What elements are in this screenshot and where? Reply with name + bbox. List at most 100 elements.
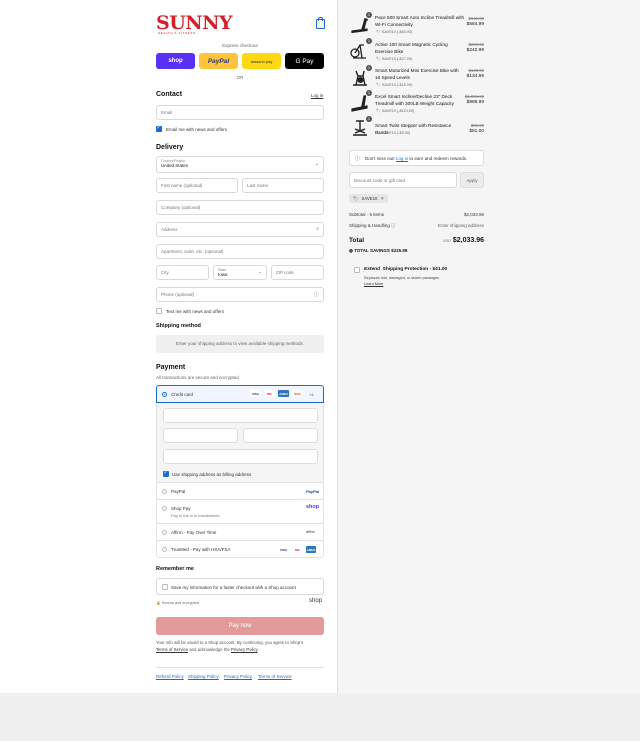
credit-card-label: Credit card [171,392,194,397]
search-icon: ⌕ [316,226,319,232]
original-price: $1,099.99 [464,94,484,99]
affirm-option[interactable]: Affirm - Pay Over Time affirm [156,524,324,541]
savings-icon: ◍ [349,248,353,253]
help-icon[interactable]: ⓘ [314,291,319,298]
pay-now-button[interactable]: Pay now [156,617,324,635]
last-name-field[interactable]: Last name [242,178,324,193]
save-info-checkbox[interactable] [162,584,168,590]
shipping-label-text: Shipping & Handling [349,223,390,228]
footer-divider [156,667,324,668]
name-on-card-field[interactable] [163,449,318,464]
currency-code: USD [442,239,451,243]
save-info-option[interactable]: Save my information for a faster checkou… [156,578,324,595]
subtotal-value: $2,033.96 [463,212,484,217]
privacy-policy-link[interactable]: Privacy Policy [224,674,252,679]
amex-icon: AMEX [306,546,316,553]
text-me-checkbox[interactable] [156,308,162,314]
city-field[interactable]: City [156,265,209,280]
address-placeholder: Address [161,227,178,232]
refund-policy-link[interactable]: Refund Policy [156,674,184,679]
phone-placeholder: Phone (optional) [161,292,195,297]
learn-more-link[interactable]: Learn More [364,282,383,286]
help-icon[interactable]: ⓘ [391,223,396,228]
paypal-option[interactable]: PayPal PayPal [156,483,324,500]
shop-logo: shop [309,598,323,604]
google-pay-button[interactable]: G Pay [285,53,324,69]
sale-price: $242.99 [466,48,484,53]
total-savings: ◍ TOTAL SAVINGS $225.99 [349,248,407,254]
privacy-link[interactable]: Privacy Policy [231,647,257,652]
subtotal-label: Subtotal · 5 items [349,212,385,217]
truemed-option[interactable]: TrueMed - Pay with HSA/FSA VISA MC AMEX [156,541,324,558]
shop-pay-label: Shop Pay [171,506,191,511]
product-name: Pace 500 Smart Auto Incline Treadmill wi… [375,15,465,27]
shipping-method-heading: Shipping method [156,323,201,329]
credit-card-option[interactable]: Credit card VISA MC AMEX DISC +4 [156,385,324,403]
credit-card-radio[interactable] [162,392,167,397]
applied-code: SAVE10 [361,196,378,201]
email-field[interactable]: Email [156,105,324,120]
product-image-cycling-bike [350,44,366,59]
discount-text: SAVE10 (-$15.00) [381,83,413,87]
quantity-badge: 1 [366,116,372,122]
total-value: USD $2,033.96 [443,237,484,244]
card-number-field[interactable] [163,408,318,423]
shipping-value: Enter shipping address [437,223,484,228]
company-field[interactable]: Company (optional) [156,200,324,215]
first-name-field[interactable]: First name (optional) [156,178,238,193]
paypal-radio[interactable] [162,489,167,494]
address-field[interactable]: Address ⌕ [156,222,324,237]
login-link[interactable]: Log in [311,93,323,98]
paypal-button[interactable]: PayPal [199,53,238,69]
secure-label: 🔒 Secure and encrypted [156,601,199,605]
contact-heading: Contact [156,91,183,98]
apply-button[interactable]: Apply [460,172,484,188]
shipping-method-message: Enter your shipping address to view avai… [175,341,305,346]
shop-pay-option[interactable]: Shop Pay Pay in full or in installments … [156,500,324,524]
state-select[interactable]: State Iowa ⌄ [213,265,267,280]
affirm-label: Affirm - Pay Over Time [171,530,217,535]
security-code-field[interactable] [243,428,318,443]
apartment-field[interactable]: Apartment, suite, etc. (optional) [156,244,324,259]
expiration-field[interactable] [163,428,238,443]
cart-bag-icon[interactable] [316,17,325,29]
remove-code-icon[interactable]: ✕ [380,196,384,202]
original-price: $269.99 [468,42,484,47]
terms-of-service-link[interactable]: Terms of Service [258,674,292,679]
payment-subtitle: All transactions are secure and encrypte… [156,375,241,380]
discover-icon: DISC [292,390,303,397]
mastercard-icon: MC [264,390,275,397]
legal-end: . [257,647,259,652]
product-discount: 🏷 SAVE10 (-$15.00) [376,83,413,87]
delivery-heading: Delivery [156,144,184,151]
or-divider: OR [236,75,244,80]
truemed-radio[interactable] [162,547,167,552]
protection-checkbox[interactable] [354,267,360,273]
terms-link[interactable]: Terms of Service [156,647,188,652]
sale-price: $81.00 [469,129,484,134]
product-discount: 🏷 SAVE10 (-$9.00) [376,131,411,135]
protection-title-row: Extend Shipping Protection - $41.00 [364,267,447,272]
product-image-deck-treadmill [351,95,368,112]
shop-pay-radio[interactable] [162,506,167,511]
original-price: $89.99 [470,123,484,128]
affirm-radio[interactable] [162,530,167,535]
newsletter-checkbox[interactable] [156,125,162,132]
billing-same-checkbox[interactable] [163,470,169,477]
shipping-policy-link[interactable]: Shipping Policy [188,674,219,679]
amazon-pay-button[interactable]: amazon pay [242,53,281,69]
brand-tagline: HEALTH & FITNESS [158,31,196,35]
express-checkout-label: Express checkout [222,43,258,48]
discount-code-field[interactable]: Discount code or gift card [349,172,457,188]
paypal-logo: PayPal [306,489,320,494]
product-image-mini-bike [353,70,367,86]
shop-pay-button[interactable]: shop [156,53,195,69]
discount-text: SAVE10 (-$9.00) [381,131,411,135]
more-cards-count: +4 [309,392,314,397]
phone-field[interactable]: Phone (optional) ⓘ [156,287,324,302]
zip-field[interactable]: ZIP code [271,265,324,280]
chevron-down-icon: ⌄ [314,161,319,167]
rewards-login-link[interactable]: Log in [396,156,408,161]
country-select[interactable]: Country/Region United States ⌄ [156,156,324,173]
mastercard-icon: MC [292,546,303,553]
